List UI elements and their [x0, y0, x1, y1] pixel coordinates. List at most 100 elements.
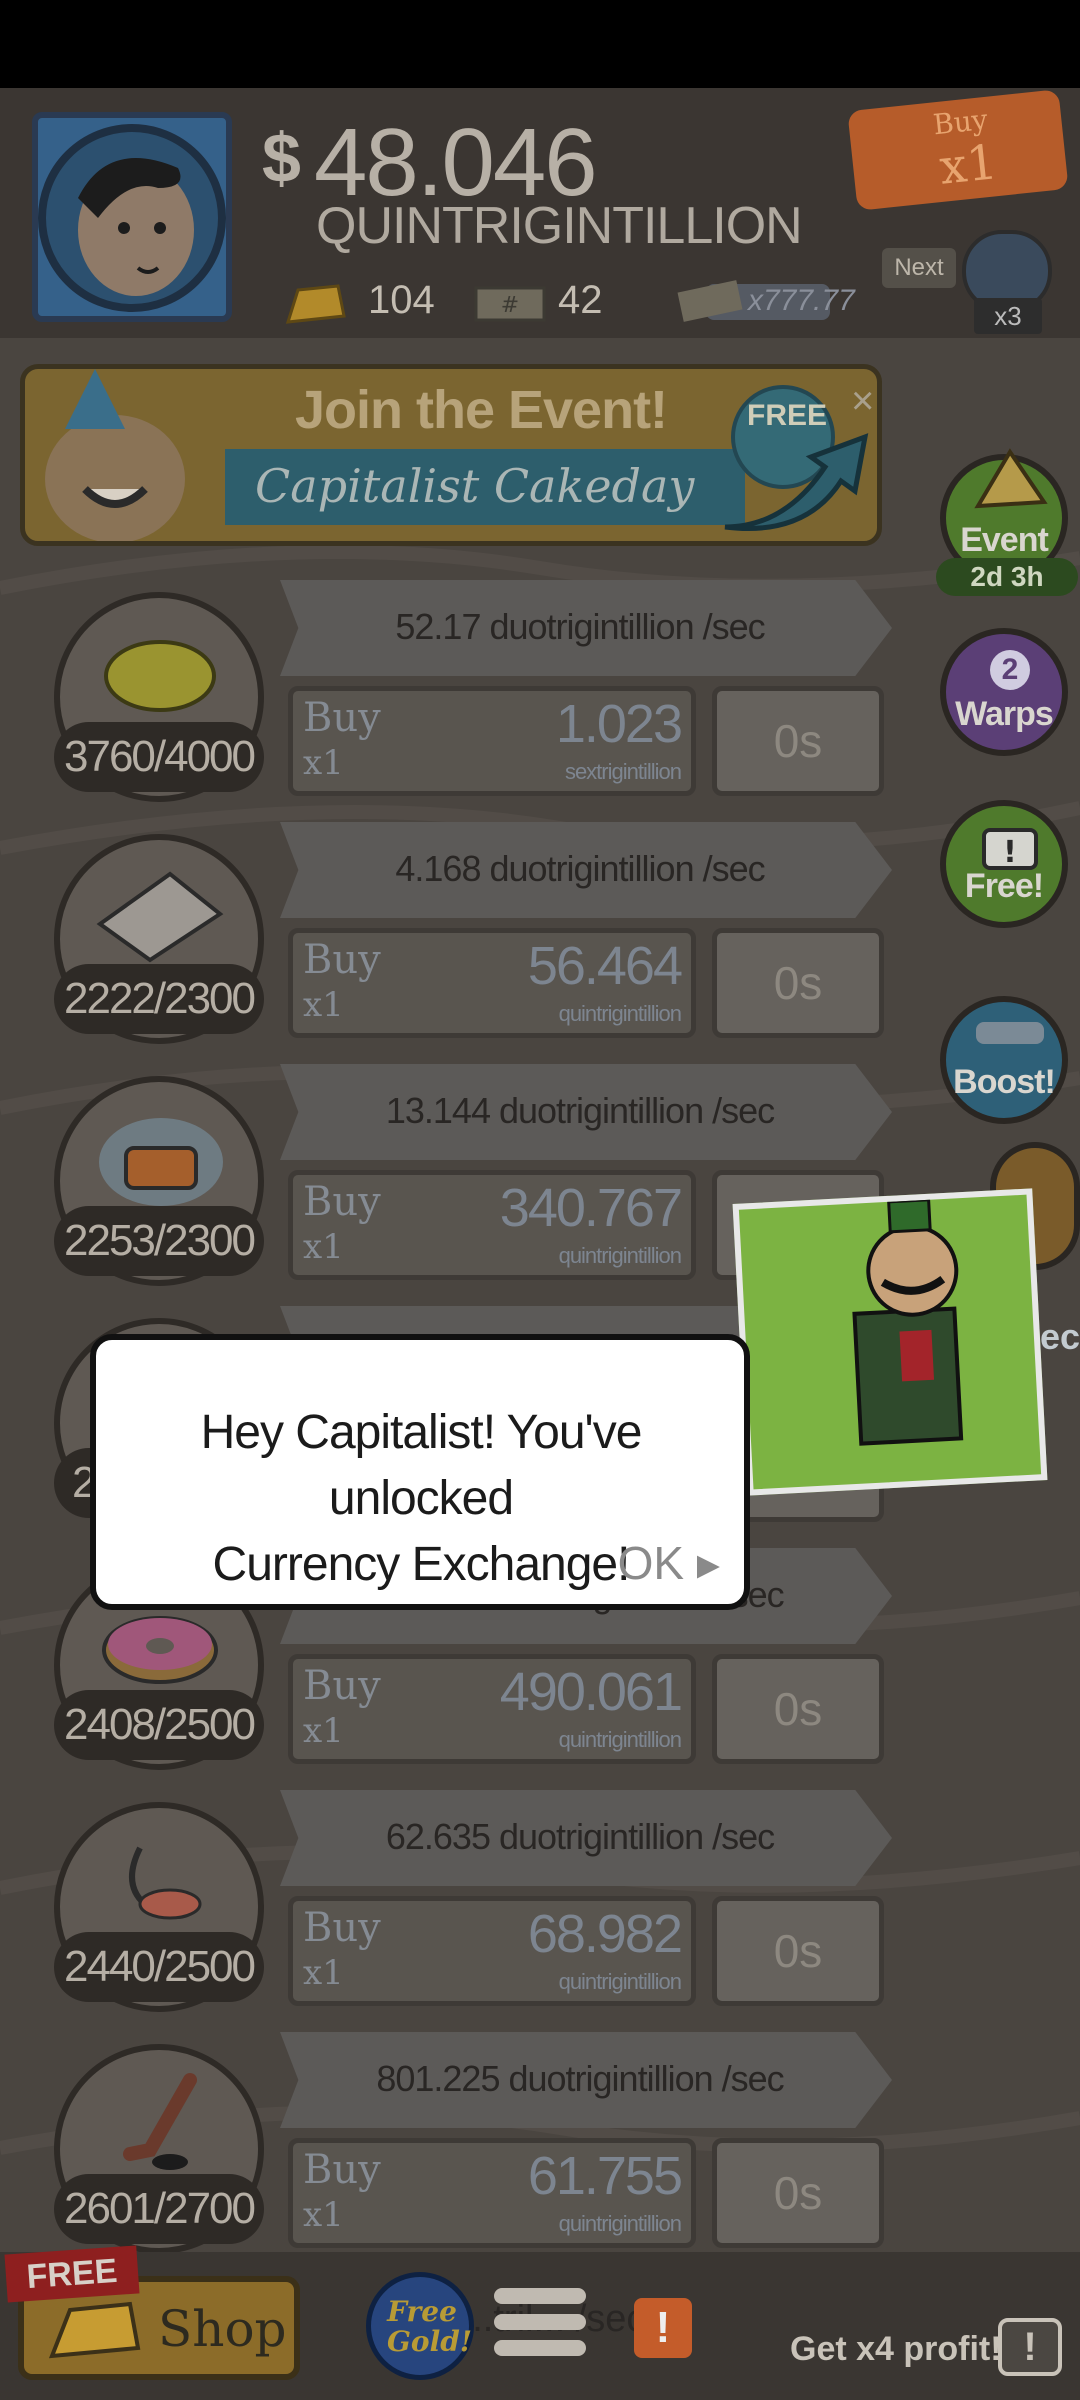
free-button[interactable]: ! Free! — [940, 800, 1068, 928]
business-row-newspaper: 2222/2300 4.168 duotrigintillion /sec Bu… — [0, 822, 900, 1052]
business-timer: 0s — [712, 928, 884, 1038]
business-rate: 52.17 duotrigintillion /sec — [395, 606, 765, 647]
business-timer: 0s — [712, 2138, 884, 2248]
event-button-label: Event — [960, 521, 1049, 559]
warps-button[interactable]: 2 Warps — [940, 628, 1068, 756]
event-mascot-icon — [45, 369, 185, 541]
buy-multiplier-button[interactable]: Buy x1 — [847, 89, 1069, 211]
free-ribbon: FREE — [4, 2245, 140, 2303]
car-icon — [99, 1118, 223, 1206]
buy-cost-unit: quintrigintillion — [558, 1243, 682, 1268]
buy-mult: x1 — [303, 2195, 344, 2235]
buy-cost: 1.023 — [555, 694, 683, 754]
megaticket-icon: # — [474, 286, 546, 322]
free-button-label: Free! — [964, 867, 1044, 905]
event-banner[interactable]: Join the Event! Capitalist Cakeday FREE … — [20, 364, 882, 546]
business-rate: 62.635 duotrigintillion /sec — [385, 1816, 775, 1857]
buy-label: Buy — [303, 1179, 381, 1225]
svg-text:!: ! — [1003, 835, 1017, 870]
business-rate: 13.144 duotrigintillion /sec — [385, 1090, 775, 1131]
dialog-bubble[interactable]: Hey Capitalist! You've unlocked Currency… — [90, 1334, 750, 1610]
capitalist-portrait-icon — [38, 124, 226, 312]
buy-label: Buy — [303, 2147, 381, 2193]
avatar[interactable] — [32, 112, 232, 322]
free-gold-button[interactable]: Free Gold! — [366, 2272, 474, 2380]
business-row-hockey: 2601/2700 801.225 duotrigintillion /sec … — [0, 2032, 900, 2262]
business-rate: 4.168 duotrigintillion /sec — [395, 848, 765, 889]
business-count: 2253/2300 — [54, 1206, 264, 1276]
megaticket-count: 42 — [558, 278, 603, 322]
buy-cost: 490.061 — [499, 1662, 683, 1722]
game-screen: $ 48.046 QUINTRIGINTILLION 104 # 42 x777… — [0, 88, 1080, 2400]
boost-button-label: Boost! — [953, 1063, 1056, 1101]
status-bar — [0, 0, 1080, 88]
alert-icon[interactable]: ! — [634, 2298, 692, 2358]
lemon-icon — [104, 640, 216, 712]
business-count: 2601/2700 — [54, 2174, 264, 2244]
business-buy-button[interactable]: Buy x1 1.023 sextrigintillion — [288, 686, 696, 796]
buy-multiplier-value: x1 — [936, 134, 1001, 196]
buy-mult: x1 — [303, 743, 344, 783]
business-buy-button[interactable]: Buy x1 490.061 quintrigintillion — [288, 1654, 696, 1764]
next-button[interactable]: Next — [882, 248, 956, 288]
svg-text:#: # — [501, 293, 519, 318]
buy-label: Buy — [303, 1663, 381, 1709]
warps-label: Warps — [955, 695, 1054, 733]
buy-label: Buy — [303, 1905, 381, 1951]
close-icon[interactable]: × — [851, 379, 874, 424]
business-count: 2222/2300 — [54, 964, 264, 1034]
side-partial-label: ect — [1040, 1316, 1080, 1357]
x4-profit-label[interactable]: Get x4 profit! — [790, 2330, 1002, 2369]
buy-cost-unit: quintrigintillion — [558, 1001, 682, 1026]
cake-icon — [974, 448, 1048, 509]
buy-mult: x1 — [303, 985, 344, 1025]
header: $ 48.046 QUINTRIGINTILLION 104 # 42 x777… — [0, 88, 1080, 338]
business-count: 3760/4000 — [54, 722, 264, 792]
business-timer: 0s — [712, 686, 884, 796]
multiplier-value: x777.77 — [748, 284, 855, 317]
newspaper-icon — [96, 871, 224, 963]
business-count: 2440/2500 — [54, 1932, 264, 2002]
warps-count: 2 — [990, 650, 1030, 690]
buy-label: Buy — [303, 695, 381, 741]
buy-mult: x1 — [303, 1227, 344, 1267]
business-timer: 0s — [712, 1896, 884, 2006]
arrow-icon — [724, 433, 869, 531]
buy-cost-unit: quintrigintillion — [558, 1969, 682, 1994]
event-subtitle: Capitalist Cakeday — [255, 459, 695, 513]
business-buy-button[interactable]: Buy x1 68.982 quintrigintillion — [288, 1896, 696, 2006]
shrimp-icon — [129, 1846, 202, 1920]
business-buy-button[interactable]: Buy x1 61.755 quintrigintillion — [288, 2138, 696, 2248]
tv-icon[interactable]: ! — [998, 2318, 1062, 2376]
menu-icon[interactable] — [494, 2288, 586, 2366]
free-gold-label: Free Gold! — [387, 2295, 473, 2358]
buy-mult: x1 — [303, 1711, 344, 1751]
shop-label: Shop — [158, 2300, 287, 2358]
buy-cost-unit: sextrigintillion — [564, 759, 682, 784]
mentor-character-icon — [852, 1198, 964, 1446]
event-title: Join the Event! — [295, 380, 668, 440]
buy-cost: 56.464 — [527, 936, 683, 996]
buy-cost-unit: quintrigintillion — [558, 2211, 682, 2236]
video-boost-multiplier: x3 — [974, 298, 1042, 334]
boost-button[interactable]: Boost! — [940, 996, 1068, 1124]
gold-bar-icon — [285, 284, 346, 324]
buy-mult: x1 — [303, 1953, 344, 1993]
dialog-ok-button[interactable]: OK ▸ — [618, 1536, 720, 1590]
buy-label: Buy — [303, 937, 381, 983]
mentor-portrait — [732, 1188, 1048, 1496]
business-buy-button[interactable]: Buy x1 340.767 quintrigintillion — [288, 1170, 696, 1280]
business-buy-button[interactable]: Buy x1 56.464 quintrigintillion — [288, 928, 696, 1038]
business-count: 2408/2500 — [54, 1690, 264, 1760]
car-boost-icon — [976, 1022, 1044, 1044]
business-row-shrimp: 2440/2500 62.635 duotrigintillion /sec B… — [0, 1790, 900, 2020]
business-rate: 801.225 duotrigintillion /sec — [376, 2058, 784, 2099]
gold-bar-icon — [48, 2301, 141, 2359]
business-timer: 0s — [712, 1654, 884, 1764]
hockey-stick-icon — [123, 2073, 197, 2170]
buy-cost: 61.755 — [527, 2146, 683, 2206]
event-timer: 2d 3h — [936, 558, 1078, 596]
buy-cost: 340.767 — [499, 1178, 683, 1238]
gold-count: 104 — [368, 278, 435, 322]
money-symbol: $ — [262, 119, 301, 197]
